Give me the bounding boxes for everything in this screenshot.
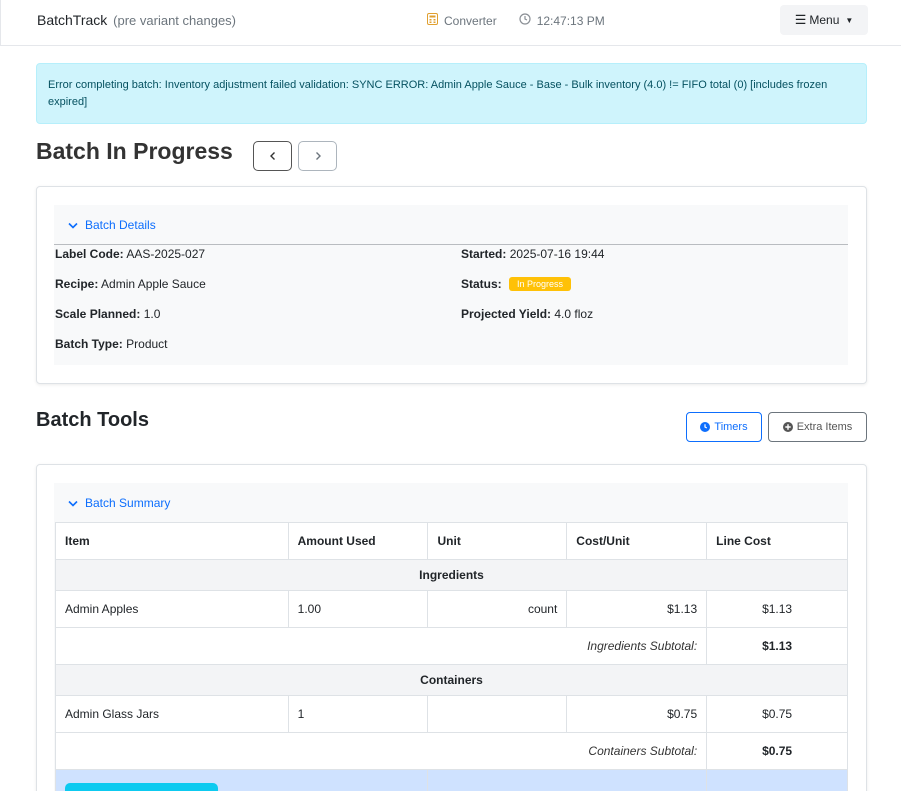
line-cost-cell: $1.13 <box>706 590 848 628</box>
converter-label[interactable]: Converter <box>444 14 497 28</box>
brand-name[interactable]: BatchTrack <box>37 12 107 28</box>
menu-dropdown-button[interactable]: ☰ Menu ▼ <box>780 5 868 35</box>
error-alert: Error completing batch: Inventory adjust… <box>36 63 867 124</box>
column-header-cost-unit: Cost/Unit <box>566 522 708 560</box>
converter-link[interactable]: Converter <box>427 13 497 28</box>
divider <box>54 244 848 245</box>
containers-subtotal-row: Containers Subtotal: $0.75 <box>54 732 848 770</box>
item-cell: Admin Apples <box>55 590 289 628</box>
containers-group-row: Containers <box>55 664 848 696</box>
top-navbar: BatchTrack (pre variant changes) Convert… <box>0 0 901 46</box>
total-row-cell <box>706 769 848 791</box>
page-title: Batch In Progress <box>36 138 233 164</box>
error-message: Error completing batch: Inventory adjust… <box>48 79 828 108</box>
clock-icon <box>519 13 531 28</box>
batch-summary-header[interactable]: Batch Summary <box>85 496 170 510</box>
started-value: 2025-07-16 19:44 <box>509 247 605 261</box>
ingredients-subtotal-row: Ingredients Subtotal: $1.13 <box>54 627 848 665</box>
projected-yield-field: Projected Yield: 4.0 floz <box>461 307 593 321</box>
table-row: Admin Apples 1.00 count $1.13 $1.13 <box>55 590 848 628</box>
column-header-unit: Unit <box>427 522 568 560</box>
timers-button[interactable]: Timers <box>686 412 762 442</box>
containers-subtotal-value: $0.75 <box>706 732 848 770</box>
batch-details-toggle[interactable]: Batch Details <box>68 218 156 232</box>
item-cell: Admin Glass Jars <box>55 695 289 733</box>
status-field: Status: In Progress <box>461 277 572 291</box>
clock-icon <box>700 422 711 432</box>
unit-cell <box>427 695 568 733</box>
next-batch-button[interactable] <box>298 141 337 171</box>
batch-type-field: Batch Type: Product <box>55 337 168 351</box>
column-header-line-cost: Line Cost <box>706 522 848 560</box>
projected-yield-value: 4.0 floz <box>554 307 594 321</box>
label-code-value: AAS-2025-027 <box>126 247 206 261</box>
status-badge: In Progress <box>509 277 572 291</box>
brand-link[interactable]: BatchTrack (pre variant changes) <box>37 12 236 28</box>
cost-unit-cell: $0.75 <box>566 695 708 733</box>
plus-circle-icon <box>782 422 793 432</box>
recipe-value: Admin Apple Sauce <box>101 277 206 291</box>
scale-value: 1.0 <box>143 307 161 321</box>
started-key: Started: <box>461 247 507 261</box>
previous-batch-button[interactable] <box>253 141 292 171</box>
chevron-down-icon <box>68 496 78 510</box>
batch-details-panel: Batch Details Label Code: AAS-2025-027 R… <box>54 205 848 365</box>
ingredients-group-label: Ingredients <box>55 559 848 591</box>
label-code-key: Label Code: <box>55 247 124 261</box>
menu-label: Menu <box>809 13 840 27</box>
chevron-down-icon <box>68 218 78 232</box>
ingredients-group-row: Ingredients <box>55 559 848 591</box>
cost-unit-cell: $1.13 <box>566 590 708 628</box>
calculator-icon <box>427 13 438 28</box>
amount-cell: 1.00 <box>287 590 429 628</box>
status-key: Status: <box>461 277 502 291</box>
scale-field: Scale Planned: 1.0 <box>55 307 160 321</box>
brand-subtitle: (pre variant changes) <box>113 13 237 28</box>
batch-details-header[interactable]: Batch Details <box>85 218 156 232</box>
column-header-amount: Amount Used <box>287 522 429 560</box>
extra-items-button[interactable]: Extra Items <box>768 412 867 442</box>
ingredients-subtotal-label: Ingredients Subtotal: <box>54 627 708 665</box>
hamburger-icon: ☰ <box>794 12 807 27</box>
projected-yield-key: Projected Yield: <box>461 307 552 321</box>
caret-down-icon: ▼ <box>845 15 854 25</box>
batch-type-key: Batch Type: <box>55 337 123 351</box>
batch-summary-table: Item Amount Used Unit Cost/Unit Line Cos… <box>54 522 848 791</box>
containers-group-label: Containers <box>55 664 848 696</box>
timers-label: Timers <box>714 421 748 433</box>
started-field: Started: 2025-07-16 19:44 <box>461 247 604 261</box>
clock-time: 12:47:13 PM <box>536 13 605 28</box>
recipe-field: Recipe: Admin Apple Sauce <box>55 277 206 291</box>
total-row-cell <box>427 769 708 791</box>
clock-display: 12:47:13 PM <box>519 13 605 28</box>
nav-center: Converter 12:47:13 PM <box>427 13 627 28</box>
table-row: Admin Glass Jars 1 $0.75 $0.75 <box>55 695 848 733</box>
containers-subtotal-label: Containers Subtotal: <box>54 732 708 770</box>
ingredients-subtotal-value: $1.13 <box>706 627 848 665</box>
extra-items-label: Extra Items <box>796 421 853 433</box>
scale-key: Scale Planned: <box>55 307 141 321</box>
chevron-left-icon <box>269 152 275 160</box>
batch-summary-toggle[interactable]: Batch Summary <box>68 496 170 510</box>
action-button[interactable] <box>65 783 218 791</box>
amount-cell: 1 <box>287 695 429 733</box>
unit-cell: count <box>427 590 568 628</box>
table-header-row: Item Amount Used Unit Cost/Unit Line Cos… <box>55 522 848 560</box>
recipe-key: Recipe: <box>55 277 99 291</box>
column-header-item: Item <box>55 522 289 560</box>
batch-type-value: Product <box>126 337 168 351</box>
chevron-right-icon <box>315 152 321 160</box>
line-cost-cell: $0.75 <box>706 695 848 733</box>
label-code-field: Label Code: AAS-2025-027 <box>55 247 205 261</box>
batch-tools-title: Batch Tools <box>36 409 149 431</box>
